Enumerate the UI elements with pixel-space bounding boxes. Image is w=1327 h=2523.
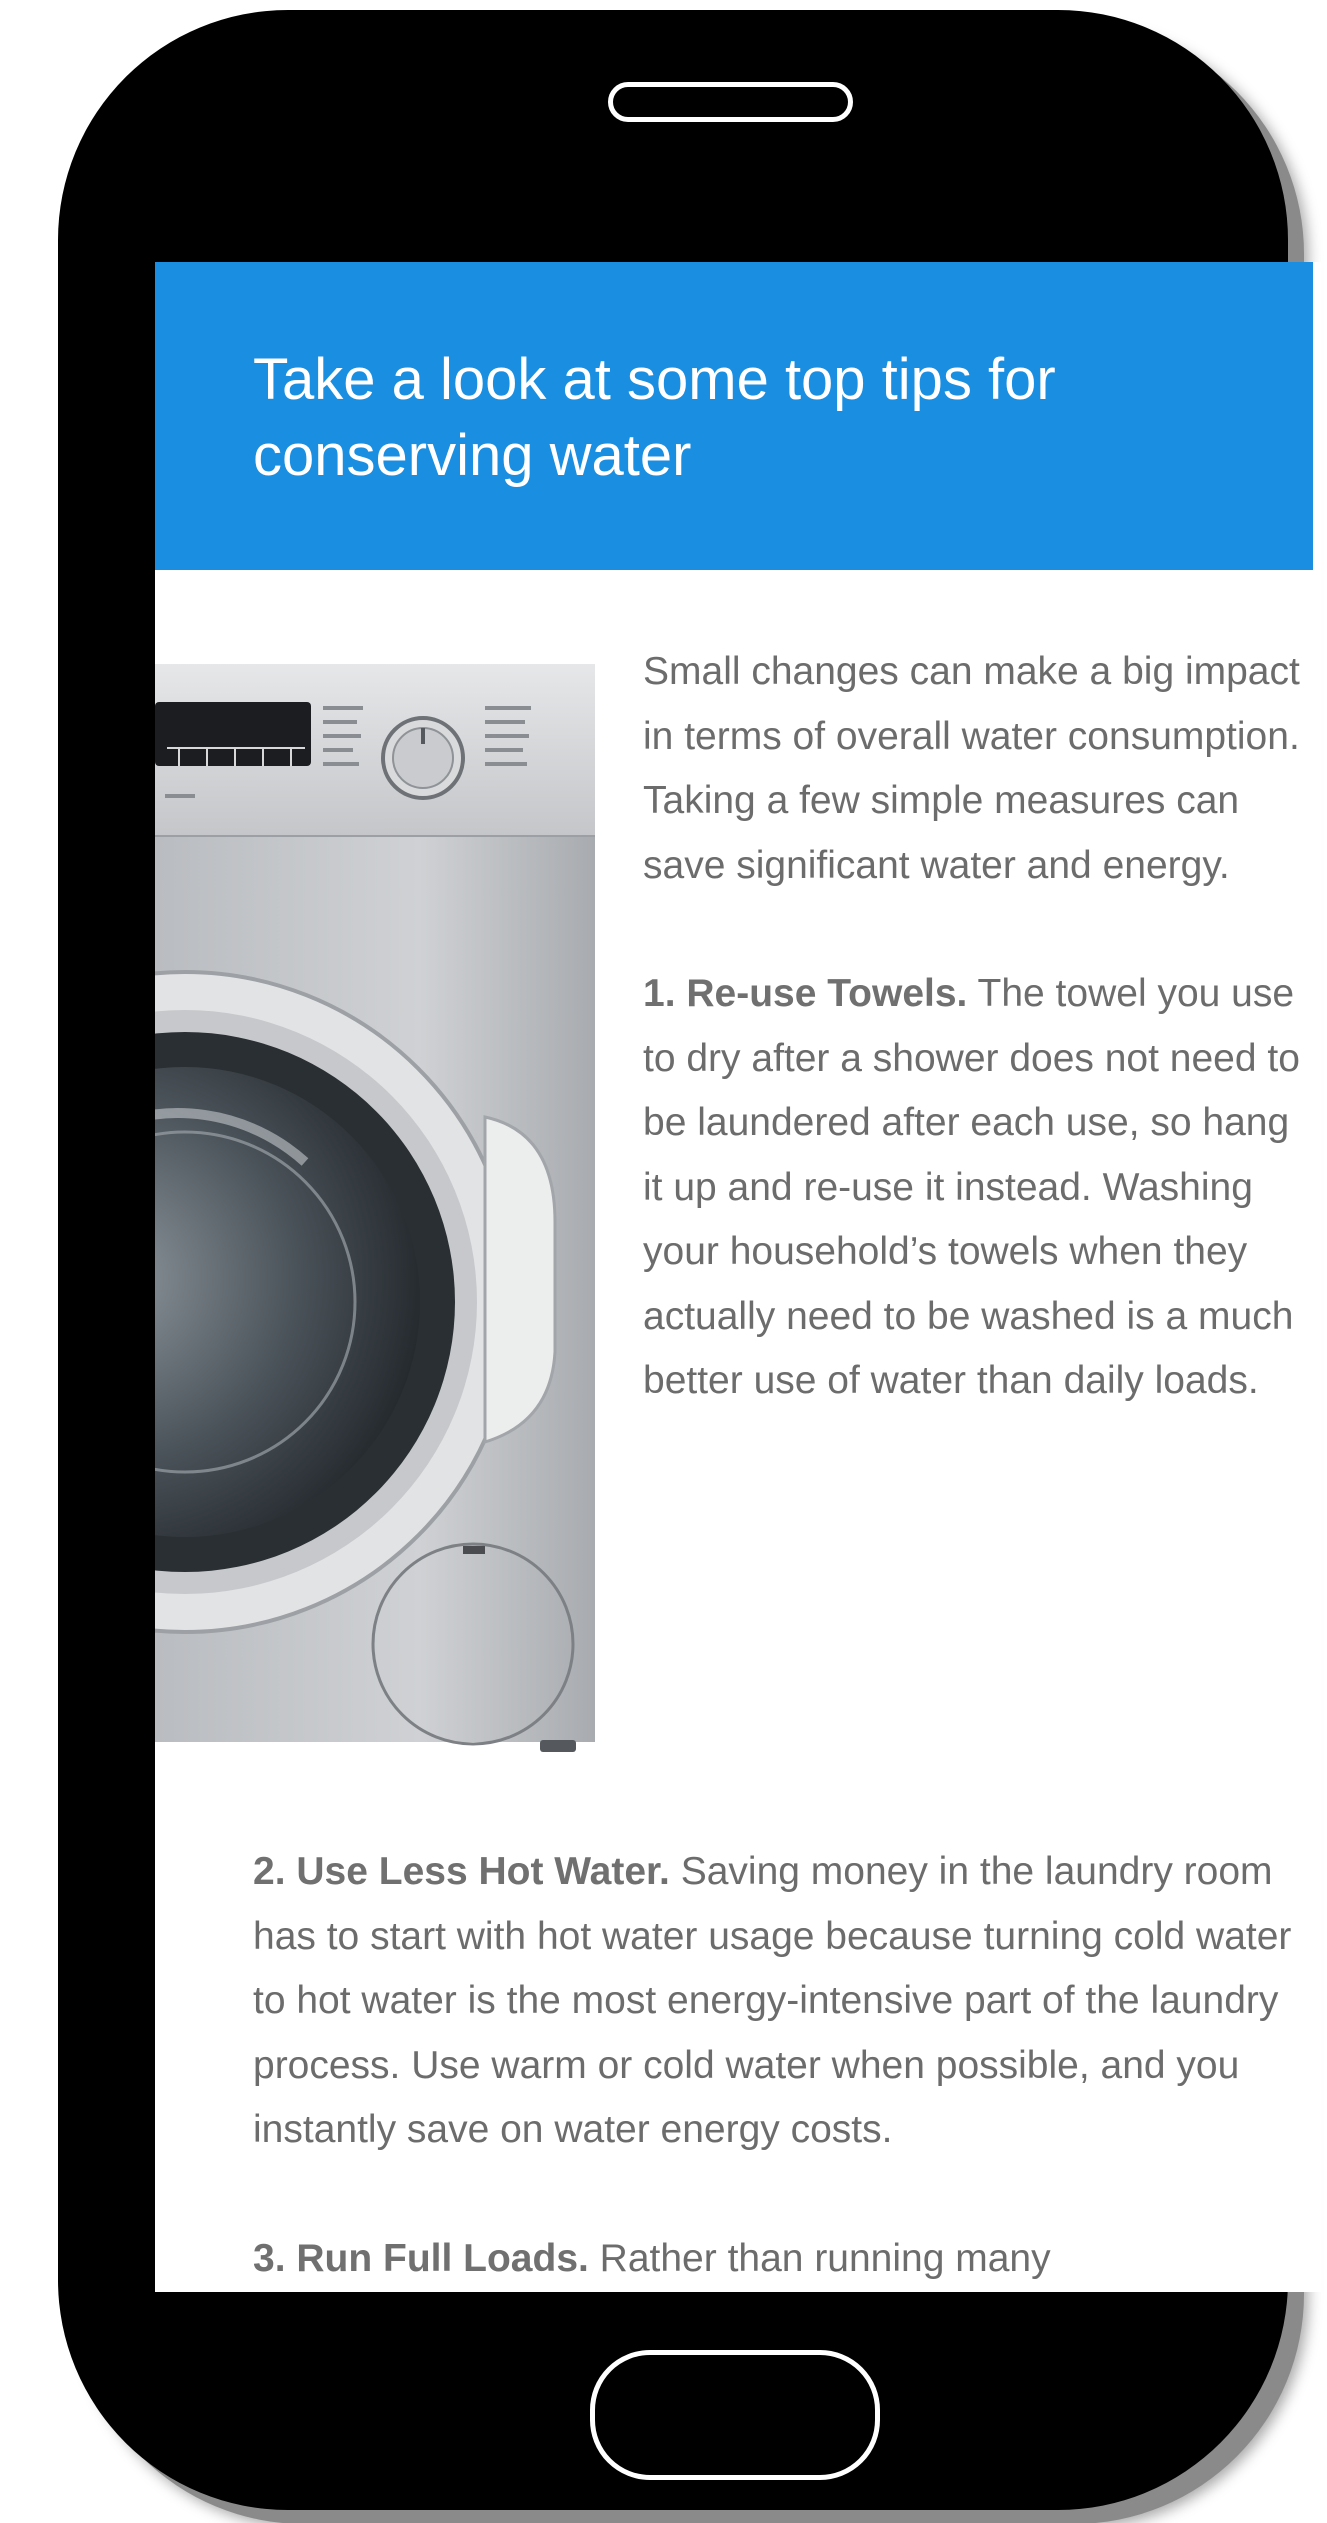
tip-1-body: The towel you use to dry after a shower … — [643, 972, 1300, 1402]
tip-2-title: 2. Use Less Hot Water. — [253, 1850, 670, 1893]
intro-paragraph: Small changes can make a big impact in t… — [643, 650, 1300, 887]
screen[interactable]: Take a look at some top tips for conserv… — [155, 262, 1321, 2292]
tip-1-paragraph: 1. Re-use Towels. The towel you use to d… — [643, 962, 1303, 1414]
tips-column: 2. Use Less Hot Water. Saving money in t… — [253, 1840, 1313, 2291]
washing-machine-image — [155, 664, 595, 1752]
tip-3-paragraph: 3. Run Full Loads. Rather than running m… — [253, 2227, 1313, 2292]
tip-2-paragraph: 2. Use Less Hot Water. Saving money in t… — [253, 1840, 1313, 2163]
speaker-slot-icon — [608, 82, 853, 122]
phone-frame: Take a look at some top tips for conserv… — [58, 10, 1321, 2510]
page-title: Take a look at some top tips for conserv… — [253, 347, 1056, 488]
tip-1-title: 1. Re-use Towels. — [643, 972, 968, 1015]
tip-3-body: Rather than running many — [588, 2236, 1051, 2280]
header-banner: Take a look at some top tips for conserv… — [155, 262, 1313, 570]
home-button[interactable] — [590, 2350, 880, 2480]
tip-3-title: 3. Run Full Loads. — [253, 2236, 589, 2280]
tip-2-body: Saving money in the laundry room has to … — [253, 1850, 1292, 2151]
intro-column: Small changes can make a big impact in t… — [643, 640, 1303, 1414]
